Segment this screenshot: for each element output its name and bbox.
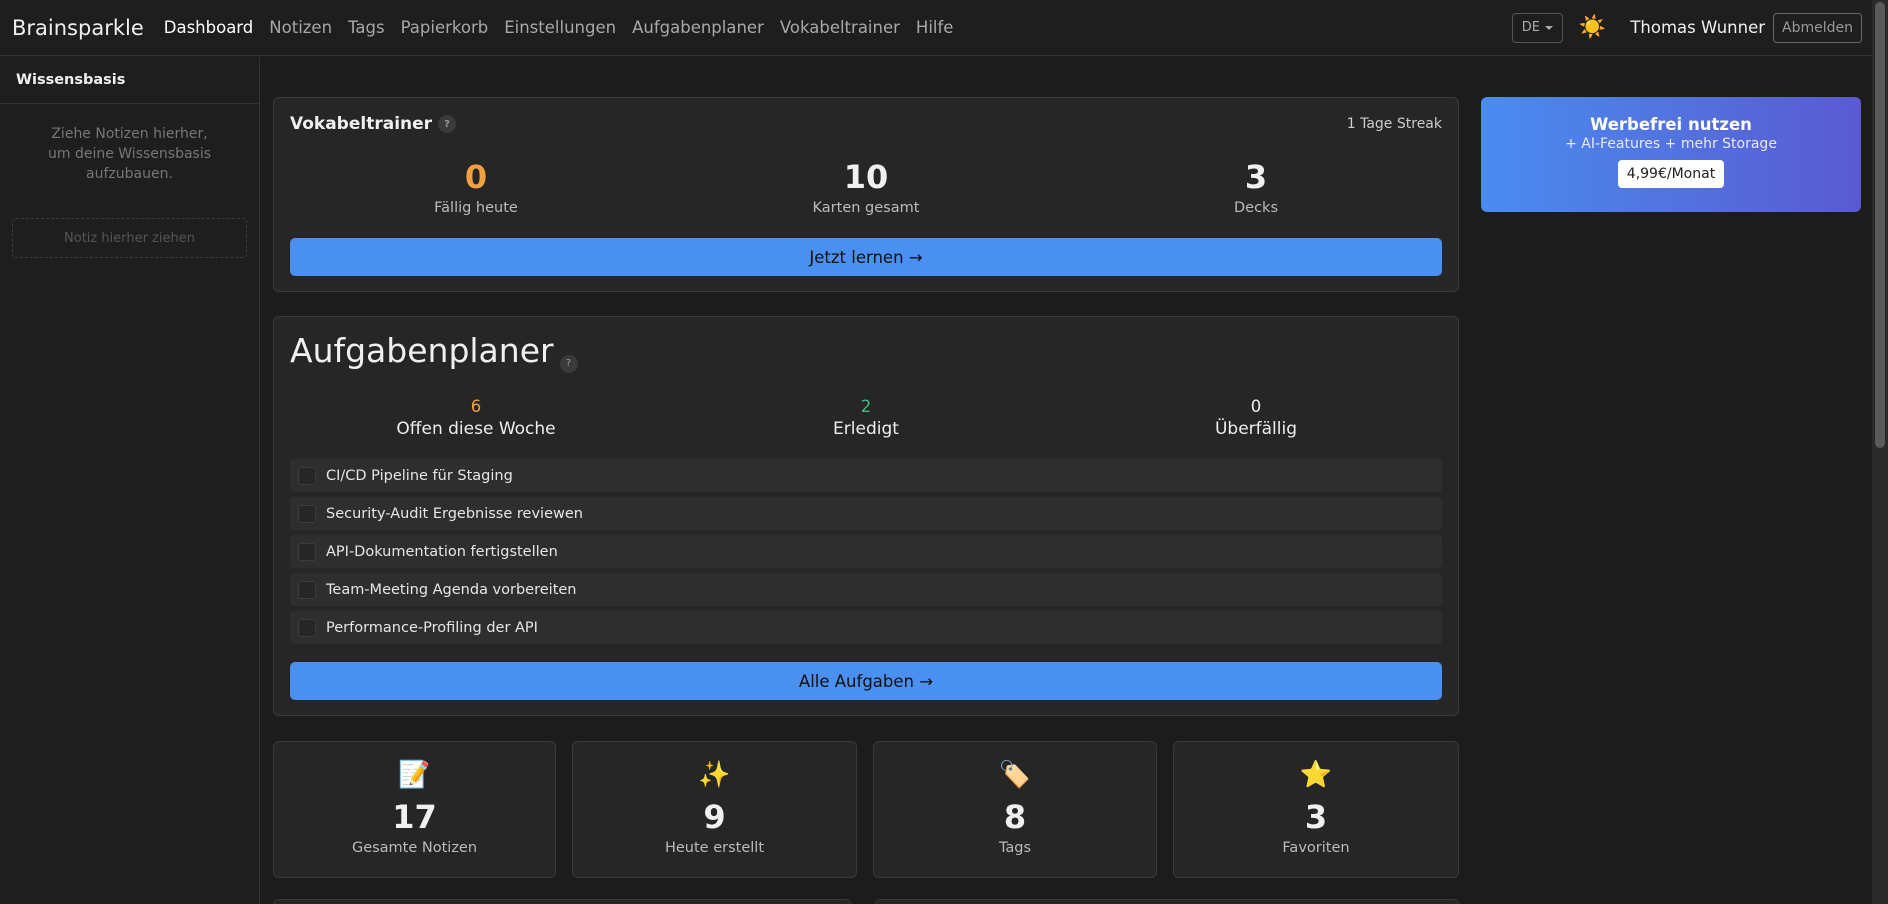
nav-hilfe[interactable]: Hilfe — [916, 18, 954, 37]
nav-papierkorb[interactable]: Papierkorb — [401, 18, 489, 37]
task-checkbox[interactable] — [298, 618, 316, 637]
promo-title: Werbefrei nutzen — [1590, 115, 1752, 134]
stat-value: 6 — [470, 397, 482, 416]
task-row[interactable]: Team-Meeting Agenda vorbereiten — [290, 573, 1442, 606]
note-dropzone[interactable]: Notiz hierher ziehen — [12, 218, 247, 258]
username: Thomas Wunner — [1630, 18, 1766, 37]
summary-card-notes[interactable]: 📝 17 Gesamte Notizen — [273, 741, 556, 878]
summary-value: 17 — [392, 798, 437, 836]
learn-now-button[interactable]: Jetzt lernen → — [290, 238, 1442, 276]
task-text: API-Dokumentation fertigstellen — [326, 543, 558, 560]
nav-tags[interactable]: Tags — [348, 18, 385, 37]
stat-value: 0 — [1250, 397, 1262, 416]
summary-value: 9 — [703, 798, 726, 836]
nav-vokabeltrainer[interactable]: Vokabeltrainer — [780, 18, 900, 37]
sidebar-title: Wissensbasis — [0, 57, 259, 104]
nav-aufgabenplaner[interactable]: Aufgabenplaner — [632, 18, 764, 37]
vocab-stat-cards: 10 Karten gesamt — [756, 158, 976, 216]
vocab-title: Vokabeltrainer — [290, 114, 433, 134]
tag-icon: 🏷️ — [998, 760, 1032, 790]
streak-counter: 1 Tage Streak — [1346, 116, 1442, 132]
logout-button[interactable]: Abmelden — [1773, 12, 1862, 43]
scrollbar-thumb[interactable] — [1875, 2, 1885, 448]
stat-label: Fällig heute — [434, 200, 518, 216]
stat-label: Erledigt — [833, 419, 899, 439]
stat-value: 10 — [843, 158, 889, 196]
task-stat-overdue: 0 Überfällig — [1136, 397, 1376, 439]
task-checkbox[interactable] — [298, 580, 316, 599]
task-row[interactable]: Performance-Profiling der API — [290, 611, 1442, 644]
summary-card-tags[interactable]: 🏷️ 8 Tags — [873, 741, 1157, 878]
task-stat-done: 2 Erledigt — [746, 397, 986, 439]
help-icon[interactable]: ? — [559, 354, 578, 373]
all-tasks-button[interactable]: Alle Aufgaben → — [290, 662, 1442, 700]
nav-notizen[interactable]: Notizen — [269, 18, 332, 37]
navbar-right: DE ☀️ Thomas Wunner Abmelden — [1511, 12, 1862, 43]
promo-banner: Werbefrei nutzen + AI-Features + mehr St… — [1481, 97, 1861, 212]
promo-price-button[interactable]: 4,99€/Monat — [1617, 160, 1725, 188]
sun-icon[interactable]: ☀️ — [1579, 15, 1606, 40]
task-row[interactable]: API-Dokumentation fertigstellen — [290, 535, 1442, 568]
summary-label: Tags — [998, 840, 1032, 856]
task-row[interactable]: Security-Audit Ergebnisse reviewen — [290, 497, 1442, 530]
summary-label: Heute erstellt — [664, 840, 764, 856]
stat-value: 2 — [860, 397, 872, 416]
sidebar: Wissensbasis Ziehe Notizen hierher, um d… — [0, 57, 260, 904]
summary-label: Gesamte Notizen — [351, 840, 478, 856]
stat-label: Offen diese Woche — [396, 419, 556, 439]
star-icon: ⭐ — [1299, 760, 1333, 790]
task-text: Team-Meeting Agenda vorbereiten — [326, 581, 577, 598]
vocab-stat-due: 0 Fällig heute — [366, 158, 586, 216]
task-row[interactable]: CI/CD Pipeline für Staging — [290, 459, 1442, 492]
task-checkbox[interactable] — [298, 504, 316, 523]
sidebar-empty-text: Ziehe Notizen hierher, um deine Wissensb… — [47, 126, 212, 182]
summary-value: 8 — [1003, 798, 1027, 836]
caret-down-icon — [1545, 25, 1554, 30]
task-checkbox[interactable] — [298, 466, 316, 485]
task-text: Security-Audit Ergebnisse reviewen — [326, 505, 583, 522]
page-scrollbar[interactable] — [1872, 0, 1888, 904]
vocab-stat-decks: 3 Decks — [1146, 158, 1366, 216]
tasks-title-row: Aufgabenplaner? — [290, 331, 578, 373]
top-navbar: Brainsparkle Dashboard Notizen Tags Papi… — [0, 0, 1872, 56]
stat-label: Karten gesamt — [812, 200, 920, 216]
help-icon[interactable]: ? — [438, 115, 457, 133]
stat-label: Decks — [1233, 200, 1278, 216]
nav-dashboard[interactable]: Dashboard — [164, 18, 254, 37]
tasks-title: Aufgabenplaner — [290, 331, 554, 370]
nav-einstellungen[interactable]: Einstellungen — [504, 18, 616, 37]
summary-label: Favoriten — [1282, 840, 1350, 856]
summary-value: 3 — [1304, 798, 1328, 836]
stat-value: 3 — [1244, 158, 1268, 196]
stat-value: 0 — [464, 158, 488, 196]
stat-label: Überfällig — [1214, 419, 1298, 439]
task-stat-open: 6 Offen diese Woche — [356, 397, 596, 439]
summary-card-favorites[interactable]: ⭐ 3 Favoriten — [1173, 741, 1459, 878]
task-checkbox[interactable] — [298, 542, 316, 561]
language-value: DE — [1521, 20, 1541, 35]
summary-card-today[interactable]: ✨ 9 Heute erstellt — [572, 741, 857, 878]
vocab-title-row: Vokabeltrainer? — [290, 114, 457, 134]
language-select[interactable]: DE — [1511, 12, 1563, 43]
partial-card-left — [273, 899, 851, 904]
promo-subtitle: + AI-Features + mehr Storage — [1565, 136, 1777, 152]
task-text: Performance-Profiling der API — [326, 619, 538, 636]
sparkles-icon: ✨ — [698, 760, 731, 790]
task-text: CI/CD Pipeline für Staging — [326, 467, 513, 484]
memo-icon: 📝 — [398, 760, 431, 790]
vocab-card: Vokabeltrainer? 1 Tage Streak 0 Fällig h… — [273, 97, 1459, 292]
brand-logo[interactable]: Brainsparkle — [12, 16, 144, 40]
partial-card-right — [875, 899, 1459, 904]
tasks-card: Aufgabenplaner? 6 Offen diese Woche 2 Er… — [273, 316, 1459, 716]
